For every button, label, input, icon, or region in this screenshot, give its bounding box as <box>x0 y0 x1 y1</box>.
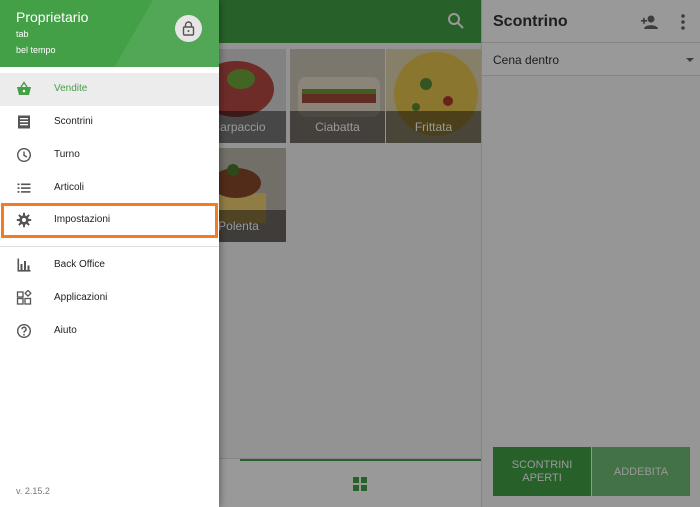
owner-name: Proprietario <box>16 9 89 25</box>
nav-item-label: Back Office <box>54 259 105 270</box>
lock-icon <box>182 21 195 36</box>
bar-chart-icon <box>17 258 31 272</box>
gear-icon <box>16 212 32 228</box>
store-name: bel tempo <box>16 45 56 55</box>
nav-item-sales[interactable]: Vendite <box>0 73 219 106</box>
receipt-icon <box>18 115 30 129</box>
lock-button[interactable] <box>175 15 202 42</box>
nav-item-items[interactable]: Articoli <box>0 172 219 205</box>
nav-item-label: Articoli <box>54 182 85 193</box>
apps-icon <box>16 290 32 305</box>
nav-item-label: Impostazioni <box>54 214 111 225</box>
drawer-header: Proprietario tab bel tempo <box>0 0 219 67</box>
nav-item-back-office[interactable]: Back Office <box>0 249 219 282</box>
nav-item-apps[interactable]: Applicazioni <box>0 282 219 315</box>
nav-item-shift[interactable]: Turno <box>0 139 219 172</box>
help-icon <box>16 323 32 339</box>
nav-item-help[interactable]: Aiuto <box>0 315 219 348</box>
nav-item-label: Scontrini <box>54 116 93 127</box>
nav-item-label: Vendite <box>54 83 88 94</box>
nav-item-label: Turno <box>54 149 80 160</box>
nav-item-label: Aiuto <box>54 325 77 336</box>
app-version: v. 2.15.2 <box>16 486 50 496</box>
navigation-drawer: Proprietario tab bel tempo Vendite Scont… <box>0 0 219 507</box>
drawer-divider <box>0 246 219 247</box>
list-icon <box>17 183 31 193</box>
nav-item-settings[interactable]: Impostazioni <box>1 203 218 238</box>
pos-name: tab <box>16 29 29 39</box>
nav-item-receipts[interactable]: Scontrini <box>0 106 219 139</box>
basket-icon <box>17 81 31 95</box>
nav-item-label: Applicazioni <box>54 292 108 303</box>
clock-icon <box>16 147 32 163</box>
